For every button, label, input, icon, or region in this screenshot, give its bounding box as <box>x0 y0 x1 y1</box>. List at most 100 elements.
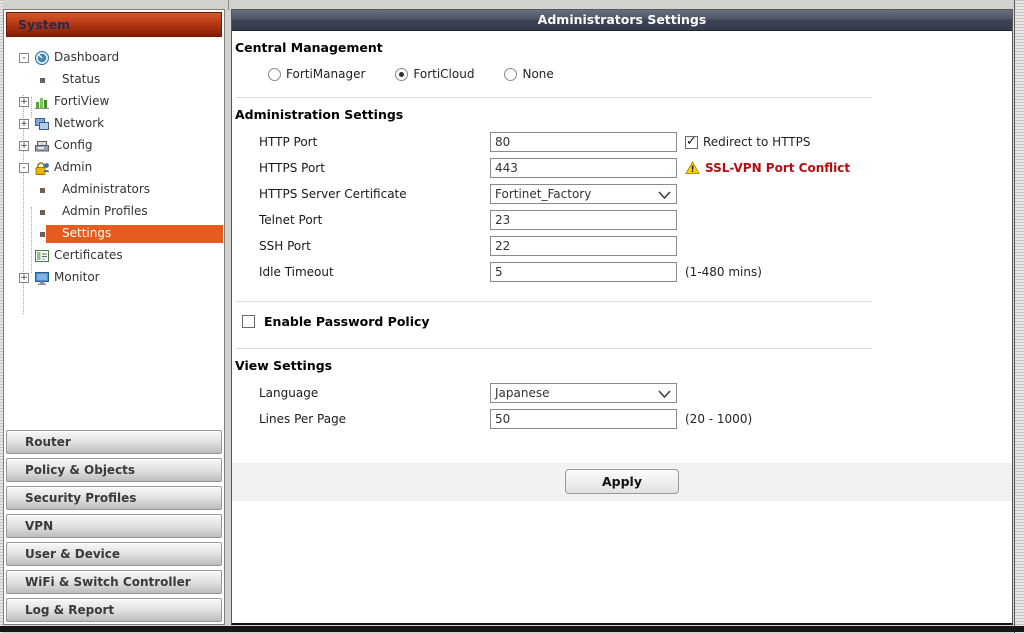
radio-icon[interactable] <box>268 68 281 81</box>
idle-timeout-input[interactable] <box>490 262 677 282</box>
config-icon <box>34 138 50 154</box>
chevron-down-icon <box>658 390 671 399</box>
tree-item-administrators[interactable]: Administrators <box>4 179 223 201</box>
tree-item-status[interactable]: Status <box>4 69 223 91</box>
field-label: Language <box>259 386 490 400</box>
language-row: Language Japanese <box>232 380 1012 406</box>
tree-item-label: Admin Profiles <box>62 204 148 218</box>
lines-per-page-input[interactable] <box>490 409 677 429</box>
tree-item-monitor[interactable]: + Monitor <box>4 267 223 289</box>
navigation-tree: - Dashboard Status + FortiView + <box>4 47 223 289</box>
expand-icon[interactable]: + <box>19 273 29 283</box>
dashboard-icon <box>34 50 50 66</box>
admin-icon <box>34 160 50 176</box>
tree-item-label: Network <box>54 116 104 130</box>
view-settings-rows: Language Japanese Lines Per Page (20 - 1… <box>232 380 1012 432</box>
field-label: HTTPS Port <box>259 161 490 175</box>
bullet-icon <box>40 210 45 215</box>
sidebar-section-policy-objects[interactable]: Policy & Objects <box>6 458 222 482</box>
sidebar: System - Dashboard Status + <box>3 9 225 625</box>
checkbox-label: Enable Password Policy <box>264 314 430 329</box>
sidebar-menus: Router Policy & Objects Security Profile… <box>6 430 222 626</box>
checkbox-unchecked-icon[interactable] <box>242 315 255 328</box>
radio-icon[interactable] <box>504 68 517 81</box>
warning-icon: ! <box>685 161 700 175</box>
tree-item-label: FortiView <box>54 94 109 108</box>
telnet-port-input[interactable] <box>490 210 677 230</box>
radio-forticloud[interactable]: FortiCloud <box>395 67 474 81</box>
radio-label: FortiManager <box>286 67 365 81</box>
main-panel: Administrators Settings Central Manageme… <box>231 9 1013 625</box>
https-cert-row: HTTPS Server Certificate Fortinet_Factor… <box>232 181 1012 207</box>
sidebar-section-wifi-switch-controller[interactable]: WiFi & Switch Controller <box>6 570 222 594</box>
checkbox-checked-icon[interactable] <box>685 136 698 149</box>
tree-item-dashboard[interactable]: - Dashboard <box>4 47 223 69</box>
view-settings-heading: View Settings <box>235 358 1012 373</box>
tree-item-label: Config <box>54 138 93 152</box>
panel-divider-line <box>228 0 229 10</box>
tree-item-network[interactable]: + Network <box>4 113 223 135</box>
bullet-icon <box>40 78 45 83</box>
idle-timeout-row: Idle Timeout (1-480 mins) <box>232 259 1012 285</box>
tree-item-label: Settings <box>46 225 223 243</box>
sidebar-section-user-device[interactable]: User & Device <box>6 542 222 566</box>
tree-item-label: Status <box>62 72 100 86</box>
apply-button[interactable]: Apply <box>565 469 679 494</box>
radio-selected-icon[interactable] <box>395 68 408 81</box>
collapse-icon[interactable]: - <box>19 163 29 173</box>
https-port-input[interactable] <box>490 158 677 178</box>
expand-icon[interactable]: + <box>19 119 29 129</box>
ssh-port-row: SSH Port <box>232 233 1012 259</box>
field-label: HTTPS Server Certificate <box>259 187 490 201</box>
monitor-icon <box>34 270 50 286</box>
sidebar-section-system[interactable]: System <box>6 12 222 37</box>
https-server-certificate-select[interactable]: Fortinet_Factory <box>490 184 677 204</box>
window-right-edge <box>1014 0 1024 633</box>
ssl-vpn-conflict-warning: ! SSL-VPN Port Conflict <box>685 161 850 175</box>
section-divider <box>235 97 872 98</box>
window-bottom-bar <box>0 626 1024 632</box>
tree-item-settings-selected[interactable]: Settings <box>4 223 223 245</box>
section-divider <box>235 301 872 302</box>
radio-none[interactable]: None <box>504 67 553 81</box>
tree-item-label: Administrators <box>62 182 150 196</box>
fortiview-icon <box>34 94 50 110</box>
tree-item-config[interactable]: + Config <box>4 135 223 157</box>
collapse-icon[interactable]: - <box>19 53 29 63</box>
radio-label: None <box>522 67 553 81</box>
tree-item-label: Monitor <box>54 270 100 284</box>
http-port-row: HTTP Port Redirect to HTTPS <box>232 129 1012 155</box>
field-label: Lines Per Page <box>259 412 490 426</box>
administration-settings-heading: Administration Settings <box>235 107 1012 122</box>
sidebar-section-log-report[interactable]: Log & Report <box>6 598 222 622</box>
tree-item-label: Admin <box>54 160 92 174</box>
svg-text:!: ! <box>690 165 694 175</box>
expand-icon[interactable]: + <box>19 97 29 107</box>
redirect-https-option[interactable]: Redirect to HTTPS <box>685 135 811 149</box>
bullet-icon <box>40 188 45 193</box>
expand-icon[interactable]: + <box>19 141 29 151</box>
tree-item-label: Certificates <box>54 248 123 262</box>
select-value: Japanese <box>495 386 550 400</box>
tree-item-admin[interactable]: - Admin <box>4 157 223 179</box>
field-label: Telnet Port <box>259 213 490 227</box>
select-value: Fortinet_Factory <box>495 187 591 201</box>
apply-button-band: Apply <box>232 463 1012 501</box>
checkbox-label: Redirect to HTTPS <box>703 135 811 149</box>
central-management-heading: Central Management <box>235 40 1012 55</box>
http-port-input[interactable] <box>490 132 677 152</box>
settings-form: Central Management FortiManager FortiClo… <box>232 40 1012 501</box>
language-select[interactable]: Japanese <box>490 383 677 403</box>
radio-fortimanager[interactable]: FortiManager <box>268 67 365 81</box>
ssh-port-input[interactable] <box>490 236 677 256</box>
sidebar-section-router[interactable]: Router <box>6 430 222 454</box>
sidebar-section-vpn[interactable]: VPN <box>6 514 222 538</box>
password-policy-option[interactable]: Enable Password Policy <box>242 310 1012 332</box>
page-title: Administrators Settings <box>232 10 1012 31</box>
tree-item-fortiview[interactable]: + FortiView <box>4 91 223 113</box>
range-hint: (1-480 mins) <box>685 265 762 279</box>
tree-item-certificates[interactable]: Certificates <box>4 245 223 267</box>
tree-item-admin-profiles[interactable]: Admin Profiles <box>4 201 223 223</box>
field-label: HTTP Port <box>259 135 490 149</box>
sidebar-section-security-profiles[interactable]: Security Profiles <box>6 486 222 510</box>
